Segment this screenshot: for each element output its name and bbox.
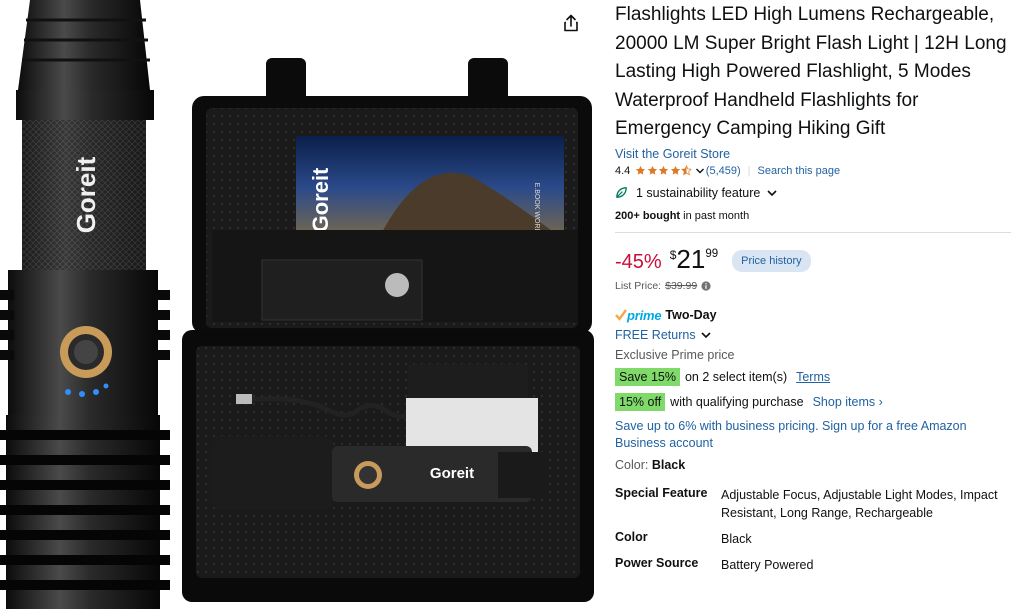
off-badge: 15% off xyxy=(615,392,666,411)
star-icon xyxy=(659,166,669,176)
brand-logo: Goreit xyxy=(71,156,101,233)
bought-period: in past month xyxy=(680,209,750,222)
star-icon xyxy=(670,166,680,176)
spec-table: Special Feature Adjustable Focus, Adjust… xyxy=(615,486,1015,574)
small-torch-brand: Goreit xyxy=(430,465,474,482)
sustainability-toggle[interactable]: 1 sustainability feature xyxy=(615,186,1015,200)
discount-percent: -45% xyxy=(615,250,662,273)
free-returns-toggle[interactable]: FREE Returns xyxy=(615,328,1015,342)
bought-info: 200+ bought in past month xyxy=(615,210,1015,222)
save-badge: Save 15% xyxy=(615,367,680,386)
table-row: Special Feature Adjustable Focus, Adjust… xyxy=(615,486,1015,522)
spec-value: Black xyxy=(721,531,752,546)
table-row: Power Source Battery Powered xyxy=(615,556,1015,574)
prime-delivery: prime Two-Day xyxy=(615,308,1015,323)
booklet-label: E.BOOK WORLD xyxy=(533,183,540,238)
flashlight-image: Goreit xyxy=(0,0,178,609)
spec-value: Battery Powered xyxy=(721,557,814,572)
chevron-down-icon xyxy=(701,332,711,339)
half-star-icon xyxy=(681,165,693,176)
star-icon xyxy=(647,166,657,176)
price-whole: 21 xyxy=(676,243,706,274)
coupon-row: Save 15% on 2 select item(s) Terms xyxy=(615,367,1015,386)
prime-logo: prime xyxy=(615,307,662,323)
list-price: List Price: $39.99 xyxy=(615,280,1015,292)
carrying-case-image: Goreit E.BOOK WORLD Goreit xyxy=(182,58,594,602)
price-history-button[interactable]: Price history xyxy=(732,249,811,272)
shop-items-link[interactable]: Shop items › xyxy=(813,395,883,409)
save-text: on 2 select item(s) xyxy=(684,369,788,384)
chevron-down-icon xyxy=(767,190,777,197)
search-page-link[interactable]: Search this page xyxy=(758,165,841,177)
rating-value: 4.4 xyxy=(615,164,631,177)
prime-speed: Two-Day xyxy=(665,308,717,323)
share-icon xyxy=(564,14,578,32)
booklet-brand: Goreit xyxy=(308,167,333,232)
color-value: Black xyxy=(651,457,686,472)
price-row: -45% $ 21 99 Price history xyxy=(615,246,1015,278)
share-button[interactable] xyxy=(558,10,584,36)
price-currency: $ xyxy=(669,247,677,262)
leaf-icon xyxy=(616,187,627,199)
check-icon xyxy=(615,309,627,322)
free-returns-label: FREE Returns xyxy=(615,327,696,342)
price-fraction: 99 xyxy=(705,247,719,260)
off-text: with qualifying purchase xyxy=(670,394,804,409)
product-details: Flashlights LED High Lumens Rechargeable… xyxy=(615,0,1015,582)
product-title: Flashlights LED High Lumens Rechargeable… xyxy=(615,4,1007,140)
separator: | xyxy=(747,164,751,177)
prime-word: prime xyxy=(627,307,662,323)
current-price: $ 21 99 xyxy=(670,246,718,272)
info-icon[interactable] xyxy=(701,281,711,291)
exclusive-prime-price: Exclusive Prime price xyxy=(615,347,735,362)
rating-count-link[interactable]: (5,459) xyxy=(706,165,741,177)
spec-key: Special Feature xyxy=(615,485,708,500)
business-pricing-link[interactable]: Save up to 6% with business pricing. Sig… xyxy=(615,418,995,453)
spec-value: Adjustable Focus, Adjustable Light Modes… xyxy=(721,487,998,520)
table-row: Color Black xyxy=(615,530,1015,548)
sustainability-label: 1 sustainability feature xyxy=(636,185,761,200)
qualifying-offer-row: 15% off with qualifying purchase Shop it… xyxy=(615,392,1015,411)
chevron-down-icon xyxy=(695,168,704,174)
star-icon xyxy=(636,166,646,176)
color-selection: Color: Black xyxy=(615,458,1015,472)
spec-key: Power Source xyxy=(615,555,699,570)
store-link[interactable]: Visit the Goreit Store xyxy=(615,147,1015,161)
list-price-label: List Price: xyxy=(615,279,662,292)
product-image-area[interactable]: Goreit Goreit E.BOOK WORLD Goreit xyxy=(0,0,600,609)
terms-link[interactable]: Terms xyxy=(796,370,830,384)
rating-row: 4.4 (5,459) | Search this page xyxy=(615,165,1015,177)
divider xyxy=(615,231,1011,233)
color-label: Color: xyxy=(615,457,649,472)
bought-count: 200+ bought xyxy=(615,209,681,222)
star-rating[interactable] xyxy=(635,165,706,176)
list-price-value: $39.99 xyxy=(665,279,698,292)
spec-key: Color xyxy=(615,529,648,544)
